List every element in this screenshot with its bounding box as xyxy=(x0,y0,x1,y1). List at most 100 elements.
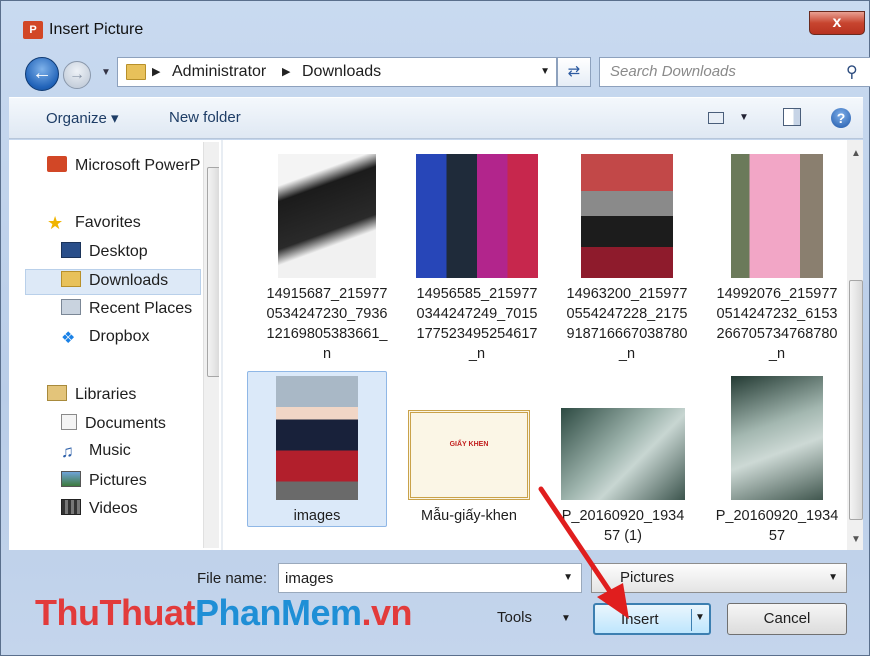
file-thumbnail xyxy=(276,376,358,500)
file-thumbnail xyxy=(731,376,823,500)
certificate-heading: GIẤY KHEN xyxy=(449,441,489,448)
dialog-title: Insert Picture xyxy=(49,21,144,38)
annotation-arrow xyxy=(538,486,629,619)
split-divider xyxy=(691,609,692,631)
file-item[interactable]: 14963200_215977 0554247228_2175 9187166670… xyxy=(557,154,697,364)
chevron-down-icon[interactable]: ▼ xyxy=(695,612,705,623)
file-thumbnail xyxy=(278,154,376,278)
watermark-part: PhanMem xyxy=(194,592,362,633)
sidebar-item-label: Pictures xyxy=(89,472,147,489)
chevron-down-icon: ▼ xyxy=(828,572,838,583)
chevron-right-icon: ▶ xyxy=(282,66,291,78)
file-name: 14963200_215977 0554247228_2175 9187166670… xyxy=(566,286,688,362)
help-icon[interactable]: ? xyxy=(831,108,851,128)
recent-pages-dropdown[interactable]: ▼ xyxy=(101,67,111,78)
powerpoint-icon: P xyxy=(23,21,43,39)
breadcrumb-downloads[interactable]: Downloads xyxy=(302,63,381,81)
navigation-pane: Microsoft PowerP ★ Favorites Desktop Down… xyxy=(9,140,219,550)
sidebar-item-documents[interactable]: Documents xyxy=(61,414,166,440)
file-name-value: images xyxy=(285,570,334,587)
breadcrumb-administrator[interactable]: Administrator xyxy=(172,63,266,81)
change-view-icon[interactable] xyxy=(708,112,724,124)
file-item-selected[interactable]: images xyxy=(247,371,387,527)
annotation-arrow-shaft xyxy=(538,486,618,602)
file-name: 14992076_215977 0514247232_6153 2667057347… xyxy=(716,286,838,362)
close-button[interactable]: x xyxy=(809,11,865,35)
sidebar-item-label: Favorites xyxy=(75,214,141,231)
sidebar-item-libraries[interactable]: Libraries xyxy=(47,385,136,411)
scroll-up-icon[interactable]: ▲ xyxy=(851,148,861,159)
music-icon: ♫ xyxy=(61,442,74,461)
file-list-scroll-thumb[interactable] xyxy=(849,280,863,520)
refresh-button[interactable]: ⇄ xyxy=(557,57,591,87)
sidebar-item-powerpoint[interactable]: Microsoft PowerP xyxy=(47,156,200,182)
insert-picture-dialog: P Insert Picture x ← → ▼ ▶ Administrator… xyxy=(0,0,870,656)
dialog-footer: File name: images ▼ Pictures ▼ Tools ▼ I… xyxy=(9,551,863,651)
search-placeholder: Search Downloads xyxy=(610,63,736,80)
sidebar-item-label: Downloads xyxy=(89,272,169,289)
organize-button[interactable]: Organize ▾ xyxy=(46,109,119,127)
organize-label: Organize xyxy=(46,110,107,127)
star-icon: ★ xyxy=(47,213,64,233)
preview-pane-icon[interactable] xyxy=(783,108,801,126)
tools-button[interactable]: Tools xyxy=(497,609,532,626)
powerpoint-icon xyxy=(47,156,67,172)
watermark-part: ThuThuat xyxy=(35,592,195,633)
sidebar-item-desktop[interactable]: Desktop xyxy=(61,242,148,268)
sidebar-item-label: Recent Places xyxy=(89,300,193,317)
cancel-button[interactable]: Cancel xyxy=(727,603,847,635)
downloads-icon xyxy=(61,271,81,287)
scroll-down-icon[interactable]: ▼ xyxy=(851,534,861,545)
file-item[interactable]: 14992076_215977 0514247232_6153 2667057347… xyxy=(707,154,847,364)
file-item[interactable]: 14915687_215977 0534247230_7936 1216980538… xyxy=(257,154,397,364)
watermark-logo: ThuThuatPhanMem.vn xyxy=(35,592,413,634)
file-name: images xyxy=(293,508,341,524)
libraries-icon xyxy=(47,385,67,401)
sidebar-item-label: Desktop xyxy=(89,243,148,260)
file-thumbnail xyxy=(581,154,673,278)
sidebar-item-recent-places[interactable]: Recent Places xyxy=(61,299,192,325)
forward-button[interactable]: → xyxy=(63,61,91,89)
search-icon: ⚲ xyxy=(846,64,858,81)
file-thumbnail: GIẤY KHEN xyxy=(408,410,530,500)
sidebar-item-label: Libraries xyxy=(75,386,137,403)
sidebar-item-videos[interactable]: Videos xyxy=(61,499,138,525)
file-name: 14915687_215977 0534247230_7936 1216980538… xyxy=(266,286,388,362)
pictures-icon xyxy=(61,471,81,487)
file-thumbnail xyxy=(416,154,538,278)
dropbox-icon: ❖ xyxy=(61,330,76,347)
chevron-down-icon[interactable]: ▼ xyxy=(739,112,749,123)
file-name: 14956585_215977 0344247249_7015 1775234952… xyxy=(416,286,538,362)
sidebar-item-label: Music xyxy=(89,442,131,459)
toolbar: Organize ▾ New folder ▼ ? xyxy=(9,97,863,139)
file-name-label: File name: xyxy=(197,570,268,587)
sidebar-item-pictures[interactable]: Pictures xyxy=(61,471,147,497)
file-name: Mẫu-giấy-khen xyxy=(421,508,517,524)
chevron-down-icon[interactable]: ▼ xyxy=(540,66,550,77)
new-folder-button[interactable]: New folder xyxy=(169,109,241,126)
back-button[interactable]: ← xyxy=(25,57,59,91)
search-input[interactable]: Search Downloads ⚲ xyxy=(599,57,870,87)
sidebar-item-downloads[interactable]: Downloads xyxy=(25,269,201,295)
chevron-right-icon: ▶ xyxy=(152,66,161,78)
watermark-part: .vn xyxy=(361,592,413,633)
sidebar-item-music[interactable]: ♫ Music xyxy=(61,442,131,468)
annotation-arrow-head xyxy=(597,583,629,619)
file-item[interactable]: 14956585_215977 0344247249_7015 1775234952… xyxy=(407,154,547,364)
sidebar-item-favorites[interactable]: ★ Favorites xyxy=(47,213,141,239)
file-name: P_20160920_1934 57 xyxy=(715,508,839,544)
sidebar-item-label: Dropbox xyxy=(89,328,150,345)
file-item[interactable]: P_20160920_1934 57 xyxy=(707,376,847,546)
sidebar-item-label: Microsoft PowerP xyxy=(75,157,201,174)
sidebar-item-label: Documents xyxy=(85,415,166,432)
address-bar[interactable]: ▶ Administrator ▶ Downloads ▼ xyxy=(117,57,557,87)
sidebar-item-dropbox[interactable]: ❖ Dropbox xyxy=(61,328,149,354)
folder-icon xyxy=(126,64,146,80)
navigation-scroll-thumb[interactable] xyxy=(207,167,219,377)
documents-icon xyxy=(61,414,77,430)
file-thumbnail xyxy=(731,154,823,278)
file-item[interactable]: GIẤY KHEN Mẫu-giấy-khen xyxy=(399,410,539,526)
recent-places-icon xyxy=(61,299,81,315)
title-bar: P Insert Picture x xyxy=(1,1,869,47)
sidebar-item-label: Videos xyxy=(89,500,138,517)
